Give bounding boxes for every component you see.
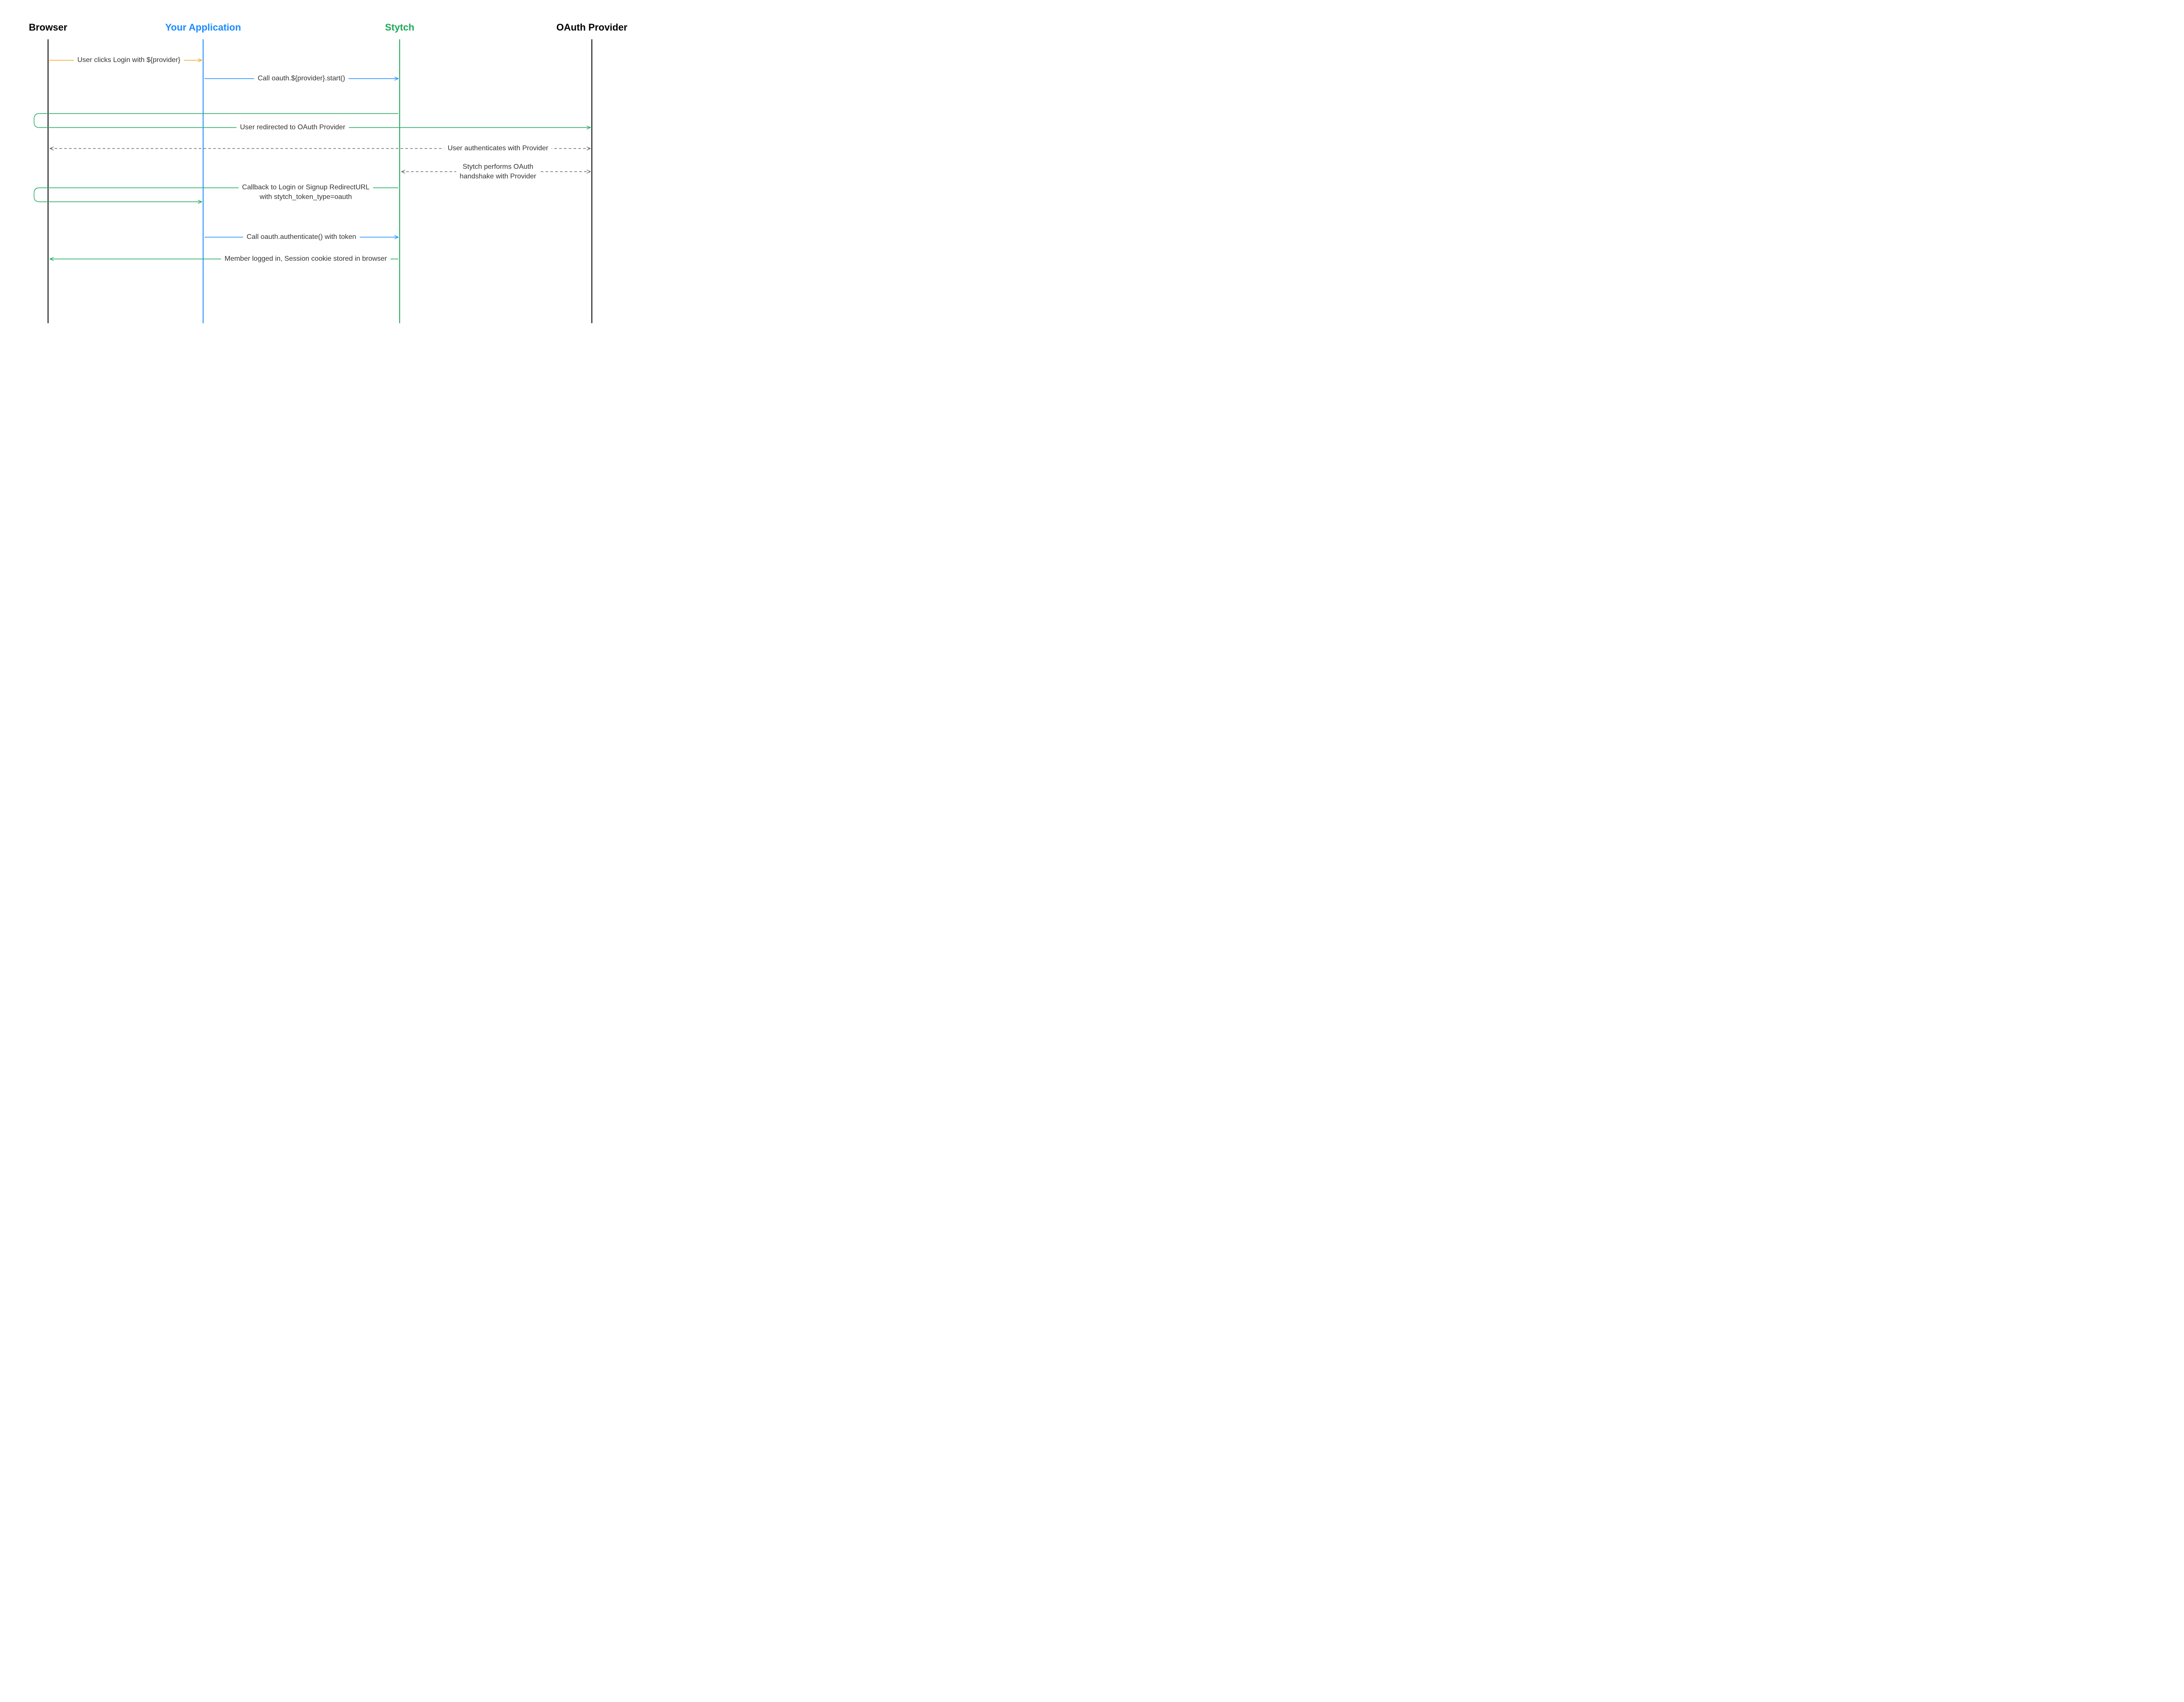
participant-provider: OAuth Provider [556,22,628,33]
participant-browser: Browser [29,22,67,33]
lifeline-stytch [399,39,400,323]
participant-app: Your Application [165,22,241,33]
participant-stytch: Stytch [385,22,414,33]
lifeline-provider [591,39,592,323]
label-m2: Call oauth.${provider}.start() [254,75,349,83]
label-m4: User authenticates with Provider [444,145,552,152]
sequence-diagram-svg [0,0,646,334]
label-m5: Stytch performs OAuth handshake with Pro… [456,162,539,181]
label-m7: Call oauth.authenticate() with token [243,233,360,241]
label-m1: User clicks Login with ${provider} [74,56,184,64]
label-m6: Callback to Login or Signup RedirectURL … [238,183,373,201]
label-m3: User redirected to OAuth Provider [237,124,349,131]
label-m8: Member logged in, Session cookie stored … [221,255,390,263]
lifeline-app [203,39,204,323]
